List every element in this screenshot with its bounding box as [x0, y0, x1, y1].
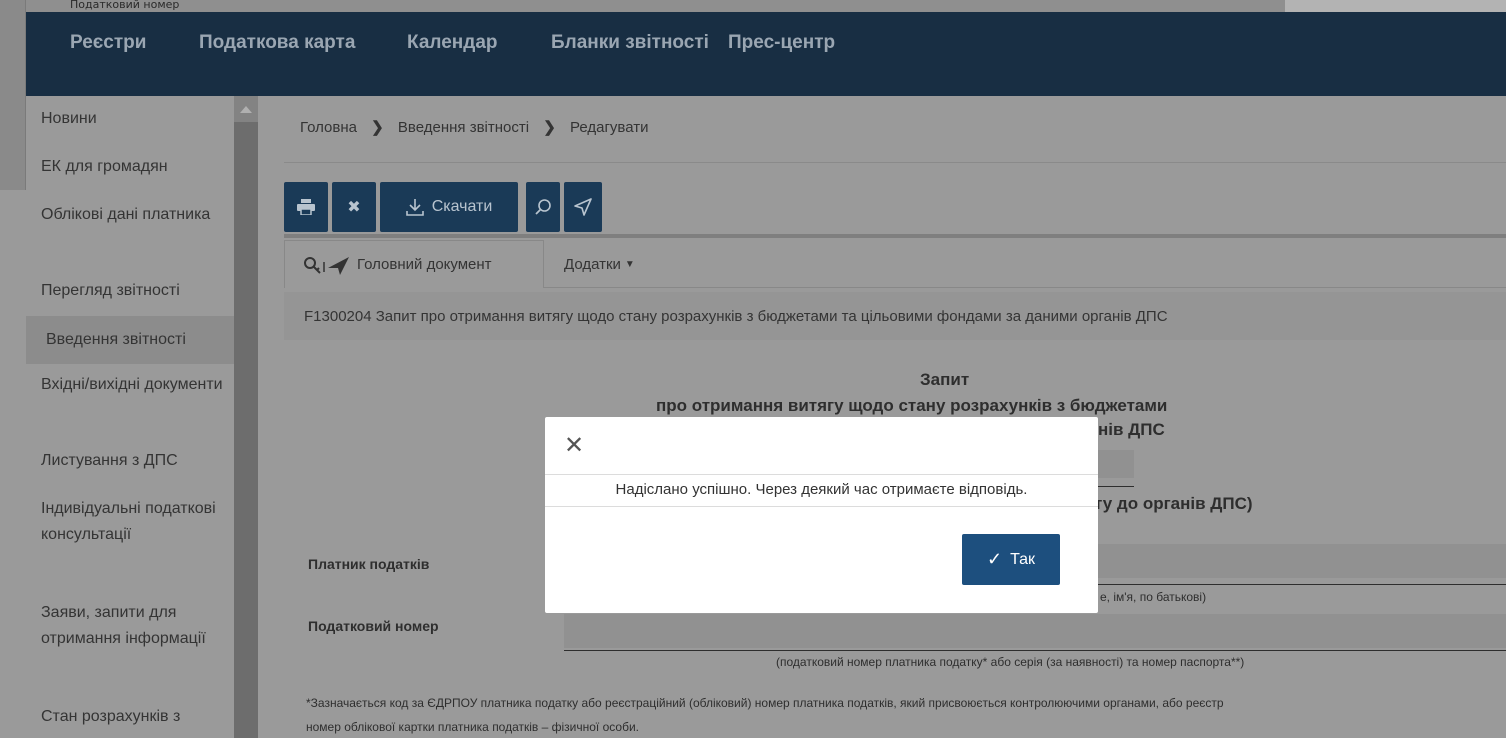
sidebar-item-documents[interactable]: Вхідні/вихідні документи	[41, 372, 231, 398]
footnote-line2: номер облікової картки платника податків…	[306, 720, 639, 734]
send-button[interactable]	[564, 182, 602, 232]
taxpayer-input[interactable]	[1088, 544, 1506, 578]
tax-number-hint: (податковий номер платника податку* або …	[776, 655, 1245, 669]
tab-main-document-label: Головний документ	[357, 256, 492, 273]
nav-report-forms[interactable]: Бланки звітності	[551, 32, 709, 54]
scroll-up-arrow-icon[interactable]	[240, 106, 252, 113]
taxpayer-line	[1088, 584, 1506, 585]
background-left-strip	[0, 0, 26, 190]
download-button[interactable]: Скачати	[380, 182, 518, 232]
key-send-icon	[304, 256, 349, 275]
check-icon: ✓	[986, 549, 1003, 569]
search-button[interactable]	[526, 182, 560, 232]
dialog-divider-bottom	[545, 506, 1098, 507]
taxpayer-hint: е, ім'я, по батькові)	[1100, 590, 1207, 604]
sidebar-item-settlements[interactable]: Стан розрахунків з	[41, 704, 231, 730]
document-tabs: Головний документ Додатки ▼	[284, 240, 1506, 288]
breadcrumb-home[interactable]: Головна	[300, 119, 357, 136]
sidebar-scroll-thumb[interactable]	[234, 122, 258, 738]
tab-attachments[interactable]: Додатки ▼	[546, 240, 653, 288]
sidebar-item-consultations[interactable]: Індивідуальні податкові консультації	[41, 496, 231, 548]
toolbar-divider	[284, 234, 1506, 238]
tab-main-document[interactable]: Головний документ	[284, 240, 544, 288]
caret-down-icon: ▼	[624, 258, 635, 270]
form-heading-line3: нів ДПС	[1098, 420, 1165, 439]
breadcrumb: Головна ❯ Введення звітності ❯ Редагуват…	[300, 118, 649, 136]
sidebar-item-account-data[interactable]: Облікові дані платника	[41, 202, 231, 228]
background-window-label: Податковий номер	[70, 0, 180, 11]
form-heading-line2: про отримання витягу щодо стану розрахун…	[656, 396, 1168, 415]
ok-button[interactable]: ✓ Так	[962, 534, 1060, 585]
nav-calendar[interactable]: Календар	[407, 32, 498, 54]
dialog-divider-top	[545, 474, 1098, 475]
divider	[284, 162, 1506, 163]
top-navigation: Реєстри Податкова карта Календар Бланки …	[26, 12, 1506, 96]
sidebar-item-ek-citizens[interactable]: ЕК для громадян	[41, 154, 231, 180]
send-icon	[574, 198, 592, 216]
document-title-bar: F1300204 Запит про отримання витягу щодо…	[284, 292, 1506, 340]
download-label: Скачати	[431, 198, 493, 215]
search-icon	[535, 199, 551, 215]
screen: Податковий номер Реєстри Податкова карта…	[0, 0, 1506, 738]
ok-button-label: Так	[1010, 550, 1036, 568]
tax-number-line	[564, 650, 1506, 651]
form-heading-line4: ту до органів ДПС)	[1094, 494, 1253, 513]
sidebar-item-requests[interactable]: Заяви, запити для отримання інформації	[41, 600, 231, 652]
breadcrumb-section[interactable]: Введення звітності	[398, 119, 529, 136]
dialog-message: Надіслано успішно. Через деякий час отри…	[615, 481, 1028, 498]
sidebar-item-correspondence[interactable]: Листування з ДПС	[41, 448, 231, 474]
taxpayer-label: Платник податків	[308, 556, 430, 572]
sidebar: Новини ЕК для громадян Облікові дані пла…	[26, 96, 234, 738]
tax-number-input[interactable]	[564, 614, 1506, 648]
breadcrumb-current: Редагувати	[570, 119, 649, 136]
close-document-button[interactable]: ✖	[332, 182, 376, 232]
form-heading-line1: Запит	[920, 370, 970, 389]
close-icon: ✖	[347, 199, 361, 216]
sidebar-item-enter-reports[interactable]: Введення звітності	[26, 316, 234, 364]
document-title: F1300204 Запит про отримання витягу щодо…	[304, 307, 1168, 325]
footnote-line1: *Зазначається код за ЄДРПОУ платника под…	[306, 696, 1224, 710]
chevron-right-icon: ❯	[543, 119, 556, 136]
chevron-right-icon: ❯	[371, 119, 384, 136]
close-icon[interactable]: ✕	[563, 431, 585, 459]
print-icon	[297, 199, 315, 215]
download-icon	[405, 199, 424, 216]
tabs-divider	[544, 287, 1506, 288]
sidebar-item-news[interactable]: Новини	[41, 106, 231, 132]
nav-press-center[interactable]: Прес-центр	[728, 32, 835, 54]
sidebar-item-view-reports[interactable]: Перегляд звітності	[41, 278, 231, 304]
nav-registries[interactable]: Реєстри	[70, 32, 146, 54]
tax-number-label: Податковий номер	[308, 618, 439, 634]
nav-tax-map[interactable]: Податкова карта	[199, 32, 355, 54]
app-window: Реєстри Податкова карта Календар Бланки …	[26, 12, 1506, 738]
tab-attachments-label: Додатки	[564, 255, 621, 273]
success-dialog: ✕ Надіслано успішно. Через деякий час от…	[545, 417, 1098, 613]
print-button[interactable]	[284, 182, 328, 232]
